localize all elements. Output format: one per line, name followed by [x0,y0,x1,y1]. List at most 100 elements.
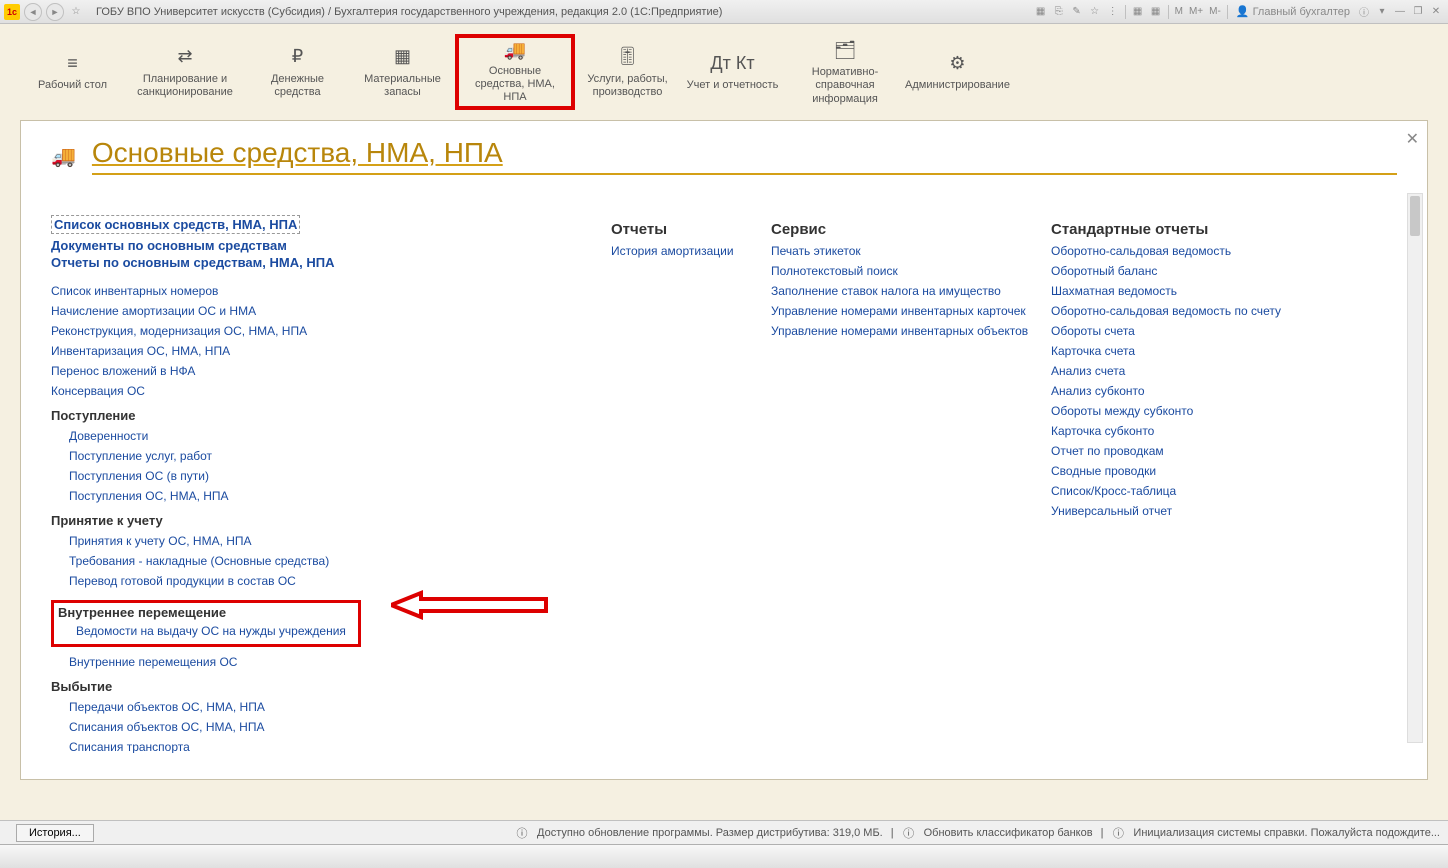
link-item[interactable]: Полнотекстовый поиск [771,262,1051,280]
link-item[interactable]: Управление номерами инвентарных объектов [771,322,1051,340]
link-asset-list[interactable]: Список основных средств, НМА, НПА [51,215,300,234]
link-item[interactable]: Требования - накладные (Основные средств… [69,552,611,570]
link-item[interactable]: Внутренние перемещения ОС [69,653,611,671]
link-item[interactable]: Печать этикеток [771,242,1051,260]
forward-button[interactable]: ► [46,3,64,21]
toolbar-icon[interactable]: ⎘ [1051,4,1067,20]
link-item[interactable]: Поступления ОС, НМА, НПА [69,487,611,505]
link-asset-docs[interactable]: Документы по основным средствам [51,238,611,253]
link-item[interactable]: Список инвентарных номеров [51,282,611,300]
link-item[interactable]: Инвентаризация ОС, НМА, НПА [51,342,611,360]
link-item[interactable]: Начисление амортизации ОС и НМА [51,302,611,320]
nav-admin[interactable]: ⚙ Администрирование [905,34,1010,110]
link-item[interactable]: Универсальный отчет [1051,502,1341,520]
standard-column: Стандартные отчеты Оборотно-сальдовая ве… [1051,213,1341,743]
nav-assets[interactable]: 🚚 Основные средства, НМА, НПА [455,34,575,110]
link-item[interactable]: Оборотный баланс [1051,262,1341,280]
link-item[interactable]: Перевод готовой продукции в состав ОС [69,572,611,590]
calendar-icon[interactable]: ▦ [1148,4,1164,20]
link-issue-statements[interactable]: Ведомости на выдачу ОС на нужды учрежден… [76,622,354,640]
section-accept: Принятие к учету [51,513,611,528]
user-label[interactable]: 👤 Главный бухгалтер [1232,5,1354,18]
nav-materials[interactable]: ▦ Материальные запасы [350,34,455,110]
maximize-button[interactable]: ❐ [1410,4,1426,20]
highlight-internal-move: Внутреннее перемещение Ведомости на выда… [51,600,361,647]
link-item[interactable]: Консервация ОС [51,382,611,400]
toolbar-icon[interactable]: ⋮ [1105,4,1121,20]
standard-title: Стандартные отчеты [1051,221,1341,238]
link-asset-reports[interactable]: Отчеты по основным средствам, НМА, НПА [51,255,611,270]
link-item[interactable]: История амортизации [611,242,771,260]
link-item[interactable]: Управление номерами инвентарных карточек [771,302,1051,320]
reports-column: Отчеты История амортизации [611,213,771,743]
ruble-icon: ₽ [292,45,303,69]
reports-title: Отчеты [611,221,771,238]
link-item[interactable]: Поступления ОС (в пути) [69,467,611,485]
link-item[interactable]: Поступление услуг, работ [69,447,611,465]
main-toolbar: ≡ Рабочий стол ⇄ Планирование и санкцион… [0,24,1448,120]
history-button[interactable]: История... [16,824,94,842]
section-disposal: Выбытие [51,679,611,694]
page-title: Основные средства, НМА, НПА [92,137,1397,175]
info-icon[interactable]: ⓘ [1356,4,1372,20]
app-icon: 1c [4,4,20,20]
nav-services[interactable]: 🎚 Услуги, работы, производство [575,34,680,110]
info-icon: ⓘ [1111,826,1125,840]
close-button[interactable]: ✕ [1428,4,1444,20]
link-item[interactable]: Оборотно-сальдовая ведомость по счету [1051,302,1341,320]
link-item[interactable]: Отчет по проводкам [1051,442,1341,460]
truck-icon: 🚚 [51,144,76,169]
nav-desktop[interactable]: ≡ Рабочий стол [20,34,125,110]
accounting-icon: Дт Кт [710,51,754,75]
link-item[interactable]: Анализ субконто [1051,382,1341,400]
section-receipt: Поступление [51,408,611,423]
star-icon[interactable]: ☆ [68,4,84,20]
link-item[interactable]: Передачи объектов ОС, НМА, НПА [69,698,611,716]
link-item[interactable]: Списания объектов ОС, НМА, НПА [69,718,611,736]
calc-icon[interactable]: ▦ [1130,4,1146,20]
status-update[interactable]: Доступно обновление программы. Размер ди… [537,827,883,839]
link-item[interactable]: Принятия к учету ОС, НМА, НПА [69,532,611,550]
link-item[interactable]: Обороты счета [1051,322,1341,340]
link-item[interactable]: Оборотно-сальдовая ведомость [1051,242,1341,260]
link-item[interactable]: Обороты между субконто [1051,402,1341,420]
toolbar-icon[interactable]: ▦ [1033,4,1049,20]
main-content: ✕ 🚚 Основные средства, НМА, НПА Список о… [20,120,1428,780]
section-move: Внутреннее перемещение [58,605,354,620]
nav-money[interactable]: ₽ Денежные средства [245,34,350,110]
link-item[interactable]: Карточка субконто [1051,422,1341,440]
link-item[interactable]: Карточка счета [1051,342,1341,360]
nav-accounting[interactable]: Дт Кт Учет и отчетность [680,34,785,110]
link-item[interactable]: Шахматная ведомость [1051,282,1341,300]
link-item[interactable]: Перенос вложений в НФА [51,362,611,380]
link-item[interactable]: Анализ счета [1051,362,1341,380]
minimize-button[interactable]: — [1392,4,1408,20]
link-item[interactable]: Список/Кросс-таблица [1051,482,1341,500]
nav-reference[interactable]: 🗂 Нормативно-справочная информация [785,34,905,110]
service-title: Сервис [771,221,1051,238]
memory-m[interactable]: M [1173,6,1185,17]
folder-icon: 🗂 [834,38,857,62]
gear-icon: ⚙ [949,51,965,75]
memory-m-plus[interactable]: M+ [1187,6,1205,17]
status-banks[interactable]: Обновить классификатор банков [924,827,1093,839]
service-column: Сервис Печать этикеток Полнотекстовый пои… [771,213,1051,743]
info-icon: ⓘ [515,826,529,840]
scrollbar[interactable] [1407,193,1423,743]
star-icon[interactable]: ☆ [1087,4,1103,20]
link-item[interactable]: Заполнение ставок налога на имущество [771,282,1051,300]
os-taskbar[interactable] [0,844,1448,868]
toolbar-icon[interactable]: ✎ [1069,4,1085,20]
left-column: Список основных средств, НМА, НПА Докуме… [51,213,611,743]
close-tab-button[interactable]: ✕ [1406,129,1419,149]
memory-m-minus[interactable]: M- [1207,6,1223,17]
link-item[interactable]: Реконструкция, модернизация ОС, НМА, НПА [51,322,611,340]
info-icon: ⓘ [902,826,916,840]
nav-planning[interactable]: ⇄ Планирование и санкционирование [125,34,245,110]
back-button[interactable]: ◄ [24,3,42,21]
link-item[interactable]: Сводные проводки [1051,462,1341,480]
link-item[interactable]: Доверенности [69,427,611,445]
planning-icon: ⇄ [177,45,192,69]
link-item[interactable]: Списания транспорта [69,738,611,753]
dropdown-icon[interactable]: ▾ [1374,4,1390,20]
